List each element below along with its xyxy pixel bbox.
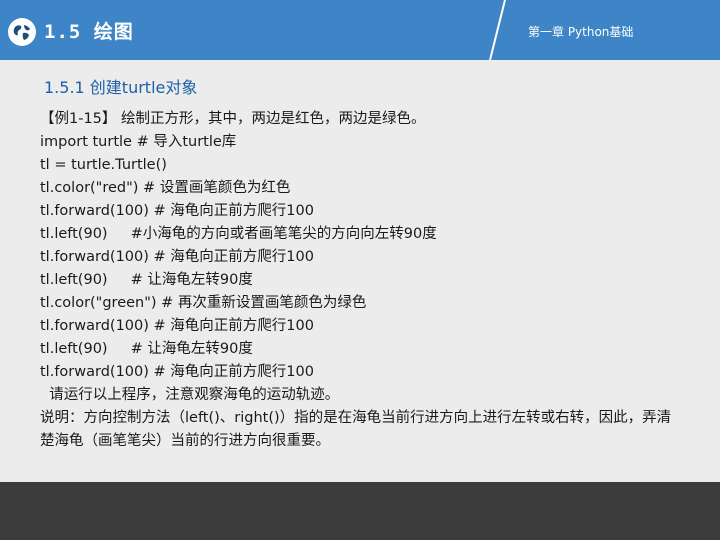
example-heading: 【例1-15】 绘制正方形，其中，两边是红色，两边是绿色。 — [40, 111, 426, 127]
code-line: tl = turtle.Turtle() — [40, 157, 167, 173]
code-line: tl.color("red") # 设置画笔颜色为红色 — [40, 180, 291, 196]
content-body: 【例1-15】 绘制正方形，其中，两边是红色，两边是绿色。 import tur… — [40, 108, 680, 453]
globe-icon — [8, 18, 36, 46]
code-line: import turtle # 导入turtle库 — [40, 134, 237, 150]
code-line: tl.forward(100) # 海龟向正前方爬行100 — [40, 364, 314, 380]
code-line: tl.forward(100) # 海龟向正前方爬行100 — [40, 318, 314, 334]
explanation-note: 说明：方向控制方法（left()、right()）指的是在海龟当前行进方向上进行… — [40, 410, 672, 449]
code-line: tl.left(90) #小海龟的方向或者画笔笔尖的方向向左转90度 — [40, 226, 437, 242]
code-line: tl.left(90) # 让海龟左转90度 — [40, 272, 253, 288]
code-line: tl.left(90) # 让海龟左转90度 — [40, 341, 253, 357]
instruction-text: 请运行以上程序，注意观察海龟的运动轨迹。 — [40, 387, 340, 403]
code-line: tl.forward(100) # 海龟向正前方爬行100 — [40, 203, 314, 219]
code-line: tl.color("green") # 再次重新设置画笔颜色为绿色 — [40, 295, 367, 311]
subsection-title: 1.5.1 创建turtle对象 — [44, 78, 198, 97]
code-line: tl.forward(100) # 海龟向正前方爬行100 — [40, 249, 314, 265]
section-title: 1.5 绘图 — [44, 21, 134, 43]
chapter-label: 第一章 Python基础 — [528, 25, 634, 39]
footer-bar — [0, 482, 720, 540]
